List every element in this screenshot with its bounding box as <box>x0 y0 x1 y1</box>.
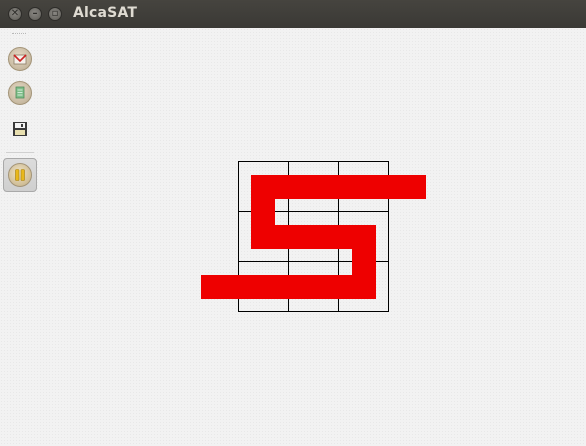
puzzle-path <box>201 175 426 299</box>
puzzle-board[interactable] <box>0 0 586 446</box>
path-segment <box>251 175 426 199</box>
path-segment <box>201 275 376 299</box>
